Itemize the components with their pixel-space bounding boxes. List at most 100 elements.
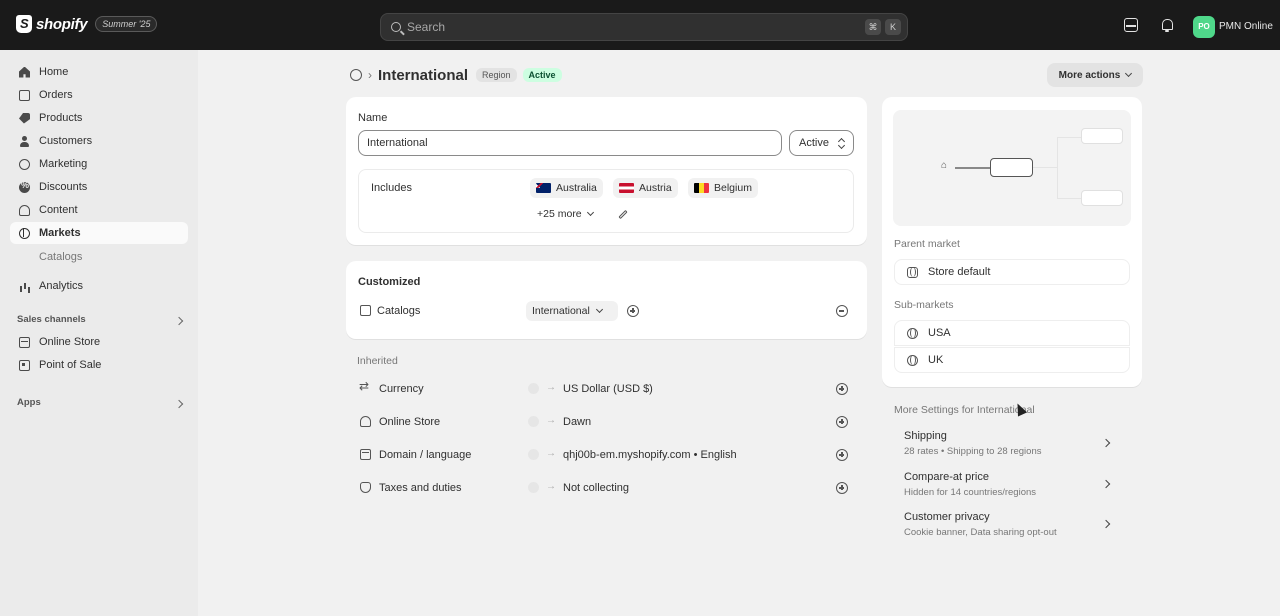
- sidebar-item-products[interactable]: Products: [10, 107, 188, 129]
- catalogs-label: Catalogs: [377, 305, 421, 317]
- sub-markets-label: Sub-markets: [894, 299, 954, 311]
- avatar[interactable]: PO: [1193, 16, 1215, 38]
- shopify-logo[interactable]: shopify Summer '25: [16, 15, 158, 33]
- shipping-settings-item[interactable]: Shipping 28 rates • Shipping to 28 regio…: [893, 425, 1125, 465]
- home-icon: ⌂: [941, 160, 948, 171]
- domain-language-label: Domain / language: [379, 449, 472, 461]
- diagram-child-node: [1081, 190, 1123, 206]
- customize-domain-icon[interactable]: [836, 449, 848, 461]
- customize-taxes-icon[interactable]: [836, 482, 848, 494]
- sidebar-item-customers[interactable]: Customers: [10, 130, 188, 152]
- diagram-connector-light: [1033, 167, 1057, 168]
- catalogs-select[interactable]: International: [526, 301, 618, 321]
- storefront-icon: [360, 416, 371, 427]
- inbox-icon: [19, 89, 30, 101]
- sidebar-item-marketing[interactable]: Marketing: [10, 153, 188, 175]
- inbox-icon[interactable]: [1124, 18, 1138, 32]
- sidebar-item-markets[interactable]: Markets: [10, 222, 188, 244]
- search-bar[interactable]: Search ⌘ K: [380, 13, 908, 41]
- home-icon: [19, 66, 30, 78]
- sales-channels-label: Sales channels: [17, 314, 86, 325]
- name-input[interactable]: International: [358, 130, 782, 156]
- country-chip-australia[interactable]: Australia: [530, 178, 603, 198]
- inherited-title: Inherited: [357, 355, 398, 367]
- status-badge: Active: [522, 68, 562, 82]
- sub-market-item-uk[interactable]: UK: [894, 347, 1130, 373]
- customize-currency-icon[interactable]: [836, 383, 848, 395]
- settings-item-subtitle: Cookie banner, Data sharing opt-out: [904, 527, 1057, 538]
- sidebar-item-label: Markets: [39, 227, 81, 239]
- globe-icon[interactable]: [350, 69, 362, 81]
- sidebar-item-label: Analytics: [39, 280, 84, 292]
- compare-at-price-settings-item[interactable]: Compare-at price Hidden for 14 countries…: [893, 466, 1125, 506]
- online-store-value: Dawn: [563, 416, 592, 428]
- add-catalog-icon[interactable]: [627, 305, 639, 317]
- sidebar-item-home[interactable]: Home: [10, 61, 188, 83]
- store-name[interactable]: PMN Online: [1219, 21, 1273, 32]
- catalogs-select-value: International: [532, 305, 590, 317]
- inherited-icon: [528, 416, 539, 427]
- more-countries-toggle[interactable]: +25 more: [537, 208, 594, 220]
- customize-theme-icon[interactable]: [836, 416, 848, 428]
- sidebar-subitem-catalogs[interactable]: Catalogs: [39, 251, 82, 263]
- globe-icon: [907, 354, 918, 366]
- country-chip-belgium[interactable]: Belgium: [688, 178, 758, 198]
- country-name: Austria: [639, 182, 672, 194]
- cmd-key-hint: ⌘: [865, 19, 881, 35]
- sidebar-item-orders[interactable]: Orders: [10, 84, 188, 106]
- sidebar-item-label: Marketing: [39, 158, 88, 170]
- australia-flag-icon: [536, 183, 551, 193]
- globe-icon: [19, 227, 30, 239]
- parent-market-label: Parent market: [894, 238, 960, 250]
- chevron-right-icon: [1101, 438, 1111, 448]
- sidebar-item-analytics[interactable]: Analytics: [10, 275, 188, 297]
- more-actions-button[interactable]: More actions: [1047, 63, 1143, 87]
- sidebar-item-content[interactable]: Content: [10, 199, 188, 221]
- sidebar-item-label: Products: [39, 112, 83, 124]
- country-chip-austria[interactable]: Austria: [613, 178, 678, 198]
- currency-label: Currency: [379, 383, 424, 395]
- status-select-value: Active: [799, 137, 829, 149]
- settings-item-subtitle: Hidden for 14 countries/regions: [904, 487, 1037, 498]
- domain-language-value: qhj00b-em.myshopify.com • English: [563, 449, 737, 461]
- chevron-down-icon: [1125, 69, 1133, 78]
- sub-market-item-usa[interactable]: USA: [894, 320, 1130, 346]
- sidebar-item-label: Home: [39, 66, 69, 78]
- bar-chart-icon: [19, 281, 30, 292]
- brand-name: shopify: [36, 15, 88, 33]
- taxes-icon: [360, 482, 371, 493]
- chevron-right-icon: [1101, 519, 1111, 529]
- sidebar-item-discounts[interactable]: Discounts: [10, 176, 188, 198]
- apps-label: Apps: [17, 397, 41, 408]
- taxes-duties-value: Not collecting: [563, 482, 630, 494]
- sidebar-item-label: Discounts: [39, 181, 88, 193]
- search-placeholder: Search: [407, 20, 446, 34]
- domain-icon: [360, 449, 371, 460]
- search-icon: [391, 22, 401, 32]
- status-select[interactable]: Active: [789, 130, 854, 156]
- includes-box: [358, 169, 854, 233]
- edition-badge: Summer '25: [95, 16, 158, 32]
- customized-title: Customized: [358, 276, 421, 288]
- sidebar-item-online-store[interactable]: Online Store: [10, 331, 188, 353]
- person-icon: [19, 135, 30, 147]
- market-hierarchy-diagram: ⌂: [893, 110, 1131, 226]
- diagram-connector-light: [1057, 137, 1081, 138]
- region-badge: Region: [476, 68, 517, 82]
- parent-market-item[interactable]: Store default: [894, 259, 1130, 285]
- belgium-flag-icon: [694, 183, 709, 193]
- arrow-right-icon: →: [546, 448, 556, 459]
- remove-customization-icon[interactable]: [836, 305, 848, 317]
- top-bar: shopify Summer '25 Search ⌘ K PO PMN Onl…: [0, 0, 1280, 50]
- breadcrumb-separator: ›: [368, 68, 372, 82]
- page-header: › International Region Active: [350, 66, 568, 84]
- sidebar-item-point-of-sale[interactable]: Point of Sale: [10, 354, 188, 376]
- parent-market-name: Store default: [928, 266, 991, 278]
- catalog-icon: [360, 305, 371, 316]
- customer-privacy-settings-item[interactable]: Customer privacy Cookie banner, Data sha…: [893, 506, 1125, 546]
- inherited-icon: [528, 449, 539, 460]
- online-store-label: Online Store: [379, 416, 441, 428]
- globe-icon: [907, 327, 918, 339]
- chevron-right-icon: [1101, 479, 1111, 489]
- bell-icon[interactable]: [1160, 18, 1174, 32]
